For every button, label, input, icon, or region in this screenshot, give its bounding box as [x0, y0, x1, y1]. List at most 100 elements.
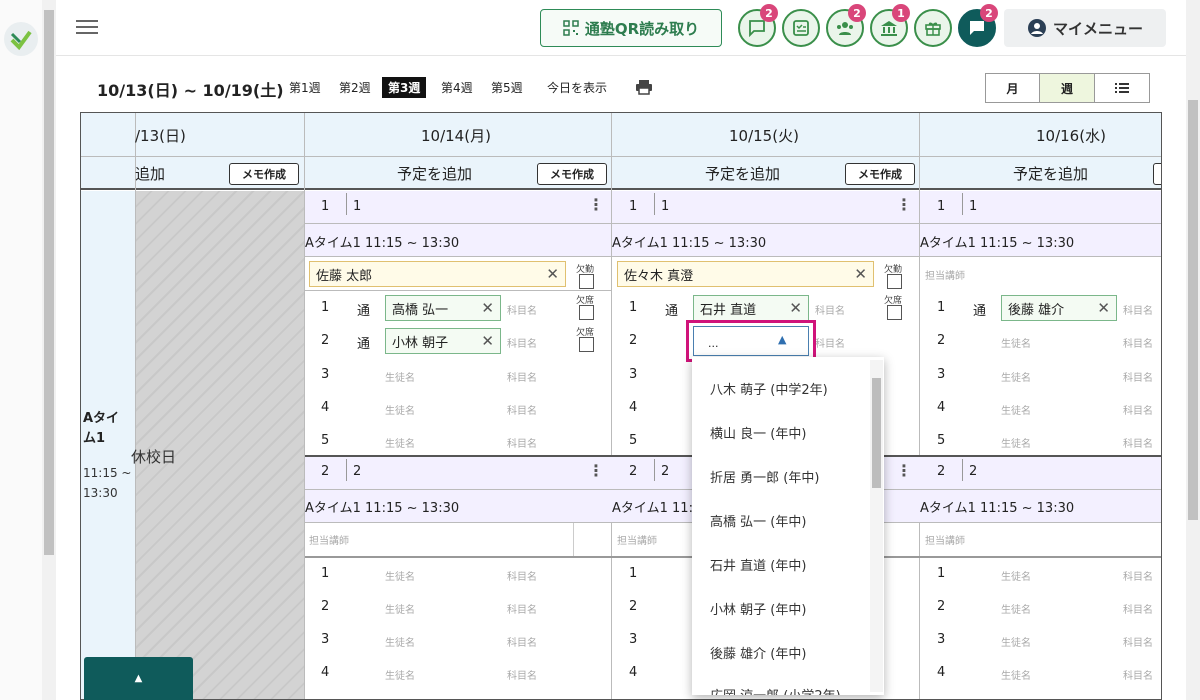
- subject-placeholder[interactable]: 科目名: [507, 335, 537, 350]
- dropdown-option[interactable]: 高橋 弘一 (年中): [710, 511, 806, 530]
- teacher-placeholder[interactable]: 担当講師: [617, 532, 657, 547]
- subject-placeholder[interactable]: 科目名: [815, 335, 845, 350]
- more-vert-icon[interactable]: ⋮: [896, 463, 912, 479]
- dropdown-option[interactable]: 八木 萌子 (中学2年): [710, 379, 828, 398]
- student-placeholder[interactable]: 生徒名: [385, 601, 415, 616]
- page-scroll-thumb[interactable]: [1188, 100, 1198, 520]
- report-button[interactable]: [782, 9, 820, 47]
- clear-icon[interactable]: ✕: [481, 300, 494, 316]
- absent-checkbox[interactable]: [887, 305, 902, 320]
- subject-placeholder[interactable]: 科目名: [1123, 402, 1153, 417]
- subject-placeholder[interactable]: 科目名: [815, 302, 845, 317]
- qr-scan-button[interactable]: 通塾QR読み取り: [540, 9, 722, 47]
- subject-placeholder[interactable]: 科目名: [1123, 335, 1153, 350]
- absent-checkbox[interactable]: [579, 305, 594, 320]
- week-5-link[interactable]: 第5週: [491, 79, 523, 96]
- subject-placeholder[interactable]: 科目名: [1123, 369, 1153, 384]
- student-placeholder[interactable]: 生徒名: [1001, 634, 1031, 649]
- clear-icon[interactable]: ✕: [481, 333, 494, 349]
- absent-checkbox[interactable]: [579, 337, 594, 352]
- month-view-button[interactable]: 月: [985, 73, 1040, 103]
- week-4-link[interactable]: 第4週: [441, 79, 473, 96]
- memo-button-mon[interactable]: メモ作成: [537, 163, 607, 185]
- dropdown-option[interactable]: 小林 朝子 (年中): [710, 599, 806, 618]
- sidebar-scroll-thumb[interactable]: [44, 10, 54, 555]
- week-2-link[interactable]: 第2週: [339, 79, 371, 96]
- dropdown-scrollbar[interactable]: [870, 360, 883, 692]
- dropdown-option[interactable]: 折居 勇一郎 (年中): [710, 467, 819, 486]
- student-placeholder[interactable]: 生徒名: [1001, 335, 1031, 350]
- student-placeholder[interactable]: 生徒名: [1001, 369, 1031, 384]
- caret-up-icon[interactable]: ▲: [778, 333, 786, 346]
- teacher-field-mon[interactable]: 佐藤 太郎 ✕: [309, 261, 566, 287]
- subject-placeholder[interactable]: 科目名: [507, 435, 537, 450]
- subject-placeholder[interactable]: 科目名: [507, 601, 537, 616]
- clear-icon[interactable]: ✕: [546, 266, 559, 282]
- subject-placeholder[interactable]: 科目名: [507, 634, 537, 649]
- page-scrollbar[interactable]: [1186, 0, 1200, 700]
- subject-placeholder[interactable]: 科目名: [507, 568, 537, 583]
- group-button[interactable]: 2: [826, 4, 866, 47]
- student-placeholder[interactable]: 生徒名: [385, 435, 415, 450]
- dropdown-option[interactable]: 広岡 涼一郎 (小学2年): [710, 685, 841, 695]
- student-placeholder[interactable]: 生徒名: [1001, 568, 1031, 583]
- subject-placeholder[interactable]: 科目名: [507, 402, 537, 417]
- student-select[interactable]: ... ▲: [693, 326, 809, 356]
- student-placeholder[interactable]: 生徒名: [385, 568, 415, 583]
- dropdown-scroll-thumb[interactable]: [872, 378, 881, 488]
- more-vert-icon[interactable]: ⋮: [588, 197, 604, 213]
- week-3-link[interactable]: 第3週: [382, 77, 427, 98]
- dropdown-option[interactable]: 後藤 雄介 (年中): [710, 643, 806, 662]
- add-schedule-tue[interactable]: 予定を追加: [705, 163, 780, 184]
- clear-icon[interactable]: ✕: [1097, 300, 1110, 316]
- today-link[interactable]: 今日を表示: [547, 79, 607, 96]
- student-field[interactable]: 後藤 雄介 ✕: [1001, 295, 1117, 321]
- add-schedule-mon[interactable]: 予定を追加: [397, 163, 472, 184]
- clear-icon[interactable]: ✕: [789, 300, 802, 316]
- more-vert-icon[interactable]: ⋮: [896, 197, 912, 213]
- subject-placeholder[interactable]: 科目名: [507, 369, 537, 384]
- student-field[interactable]: 高橋 弘一 ✕: [385, 295, 501, 321]
- clear-icon[interactable]: ✕: [854, 266, 867, 282]
- print-icon[interactable]: [635, 79, 653, 99]
- subject-placeholder[interactable]: 科目名: [1123, 435, 1153, 450]
- add-schedule-wed[interactable]: 予定を追加: [1013, 163, 1088, 184]
- add-schedule-sun[interactable]: 追加: [135, 163, 165, 184]
- school-button[interactable]: 1: [870, 4, 910, 47]
- teacher-field-tue[interactable]: 佐々木 真澄 ✕: [617, 261, 874, 287]
- subject-placeholder[interactable]: 科目名: [507, 667, 537, 682]
- student-placeholder[interactable]: 生徒名: [1001, 601, 1031, 616]
- memo-button-sun[interactable]: メモ作成: [229, 163, 299, 185]
- app-logo-icon[interactable]: [4, 22, 38, 56]
- subject-placeholder[interactable]: 科目名: [507, 302, 537, 317]
- gift-button[interactable]: [914, 9, 952, 47]
- my-menu-button[interactable]: マイメニュー: [1004, 9, 1166, 47]
- teacher-placeholder[interactable]: 担当講師: [925, 267, 965, 282]
- absence-checkbox[interactable]: [579, 274, 594, 289]
- memo-button-wed[interactable]: [1153, 163, 1161, 185]
- sidebar-scrollbar[interactable]: [42, 0, 56, 700]
- student-field[interactable]: 小林 朝子 ✕: [385, 328, 501, 354]
- student-placeholder[interactable]: 生徒名: [1001, 402, 1031, 417]
- subject-placeholder[interactable]: 科目名: [1123, 667, 1153, 682]
- memo-button-tue[interactable]: メモ作成: [845, 163, 915, 185]
- student-field[interactable]: 石井 直道 ✕: [693, 295, 809, 321]
- student-placeholder[interactable]: 生徒名: [385, 667, 415, 682]
- student-placeholder[interactable]: 生徒名: [385, 634, 415, 649]
- chat-button[interactable]: 2: [738, 4, 778, 47]
- week-1-link[interactable]: 第1週: [289, 79, 321, 96]
- subject-placeholder[interactable]: 科目名: [1123, 601, 1153, 616]
- subject-placeholder[interactable]: 科目名: [1123, 634, 1153, 649]
- teacher-placeholder[interactable]: 担当講師: [309, 532, 349, 547]
- student-placeholder[interactable]: 生徒名: [1001, 435, 1031, 450]
- hamburger-menu-icon[interactable]: [76, 18, 98, 36]
- message-button[interactable]: 2: [958, 4, 998, 47]
- student-placeholder[interactable]: 生徒名: [385, 369, 415, 384]
- subject-placeholder[interactable]: 科目名: [1123, 568, 1153, 583]
- week-view-button[interactable]: 週: [1039, 73, 1095, 103]
- dropdown-option[interactable]: 石井 直道 (年中): [710, 555, 806, 574]
- expand-panel-button[interactable]: ▲: [84, 657, 193, 700]
- subject-placeholder[interactable]: 科目名: [1123, 302, 1153, 317]
- more-vert-icon[interactable]: ⋮: [588, 463, 604, 479]
- teacher-placeholder[interactable]: 担当講師: [925, 532, 965, 547]
